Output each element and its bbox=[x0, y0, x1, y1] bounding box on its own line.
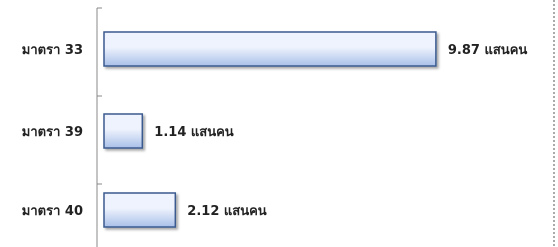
bar-2 bbox=[103, 113, 144, 149]
labels: มาตรา 33 9.87 แสนคนมาตรา 39 1.14 แสนคนมาตร… bbox=[22, 43, 528, 219]
chart: มาตรา 33 9.87 แสนคนมาตรา 39 1.14 แสนคนมาตร… bbox=[0, 0, 558, 247]
category-label: มาตรา 40 bbox=[22, 204, 83, 219]
bar-chart-svg: มาตรา 33 9.87 แสนคนมาตรา 39 1.14 แสนคนมาตร… bbox=[22, 0, 555, 247]
bar-1 bbox=[103, 31, 437, 67]
bar-3 bbox=[103, 192, 177, 228]
category-label: มาตรา 33 bbox=[22, 43, 83, 58]
data-label: 1.14 แสนคน bbox=[154, 125, 233, 140]
category-label: มาตรา 39 bbox=[22, 125, 83, 140]
data-label: 9.87 แสนคน bbox=[448, 43, 527, 58]
y-axis bbox=[96, 7, 102, 247]
data-label: 2.12 แสนคน bbox=[187, 204, 266, 219]
